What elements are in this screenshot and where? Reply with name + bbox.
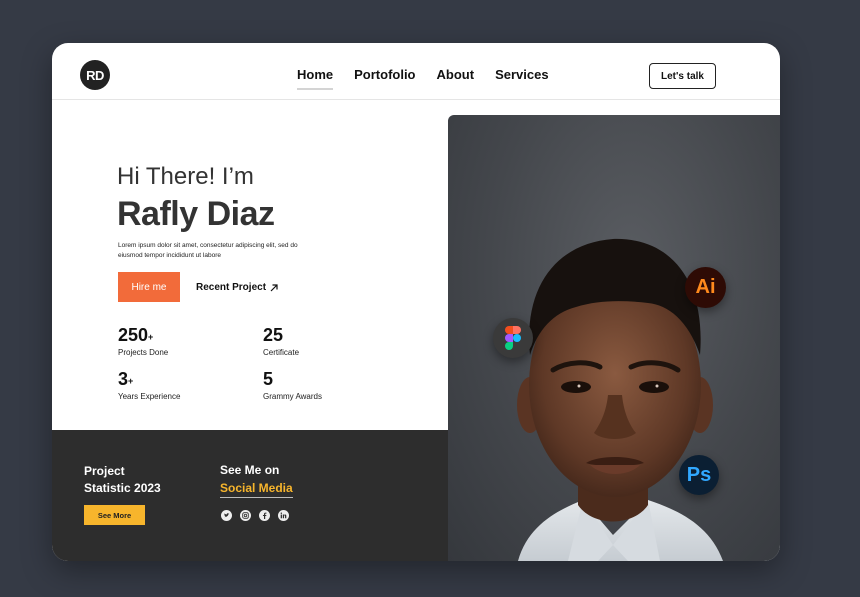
header: RD Home Portofolio About Services Let's …: [52, 43, 780, 100]
photoshop-badge[interactable]: Ps: [679, 455, 719, 495]
stat-value: 3: [118, 369, 129, 389]
logo[interactable]: RD: [80, 60, 110, 90]
social-media-label: Social Media: [220, 481, 293, 498]
facebook-icon[interactable]: [259, 510, 270, 521]
nav-portofolio[interactable]: Portofolio: [354, 67, 415, 88]
stat-value: 25: [263, 325, 284, 345]
stat-awards: 5 Grammy Awards: [263, 369, 322, 401]
stat-label: Certificate: [263, 348, 300, 357]
project-title-line1: Project: [84, 464, 125, 478]
stat-suffix: +: [128, 375, 134, 386]
stat-projects: 250+ Projects Done: [118, 325, 168, 357]
see-more-button[interactable]: See More: [84, 505, 145, 525]
see-me-title: See Me on: [220, 463, 280, 477]
greeting: Hi There! I’m: [117, 163, 254, 190]
recent-project-label: Recent Project: [196, 282, 267, 293]
project-statistic-title: Project Statistic 2023: [84, 463, 161, 497]
portfolio-card: RD Home Portofolio About Services Let's …: [52, 43, 780, 561]
instagram-icon[interactable]: [240, 510, 251, 521]
nav-services[interactable]: Services: [495, 67, 549, 88]
linkedin-icon[interactable]: [278, 510, 289, 521]
stat-label: Projects Done: [118, 348, 169, 357]
stat-value: 5: [263, 369, 274, 389]
nav-about[interactable]: About: [437, 67, 475, 88]
figma-icon: [505, 326, 521, 350]
stat-label: Years Experience: [118, 392, 181, 401]
project-title-line2: Statistic 2023: [84, 481, 161, 495]
lets-talk-button[interactable]: Let's talk: [649, 63, 716, 89]
hire-me-button[interactable]: Hire me: [118, 272, 180, 302]
stat-value: 250: [118, 325, 149, 345]
hero-description: Lorem ipsum dolor sit amet, consectetur …: [118, 242, 298, 259]
stat-certificate: 25 Certificate: [263, 325, 299, 357]
illustrator-badge[interactable]: Ai: [685, 267, 726, 308]
stat-label: Grammy Awards: [263, 392, 322, 401]
hero-name: Rafly Diaz: [117, 195, 275, 233]
footer-panel: Project Statistic 2023 See More See Me o…: [52, 430, 448, 561]
figma-badge[interactable]: [493, 318, 533, 358]
twitter-icon[interactable]: [221, 510, 232, 521]
arrow-up-right-icon: [270, 283, 278, 291]
social-links: [221, 510, 289, 521]
main-nav: Home Portofolio About Services: [297, 67, 570, 90]
profile-photo: Ai Ps: [448, 115, 780, 561]
recent-project-link[interactable]: Recent Project: [196, 282, 279, 293]
nav-home[interactable]: Home: [297, 67, 334, 90]
stat-suffix: +: [148, 331, 154, 342]
stat-experience: 3+ Years Experience: [118, 369, 180, 401]
